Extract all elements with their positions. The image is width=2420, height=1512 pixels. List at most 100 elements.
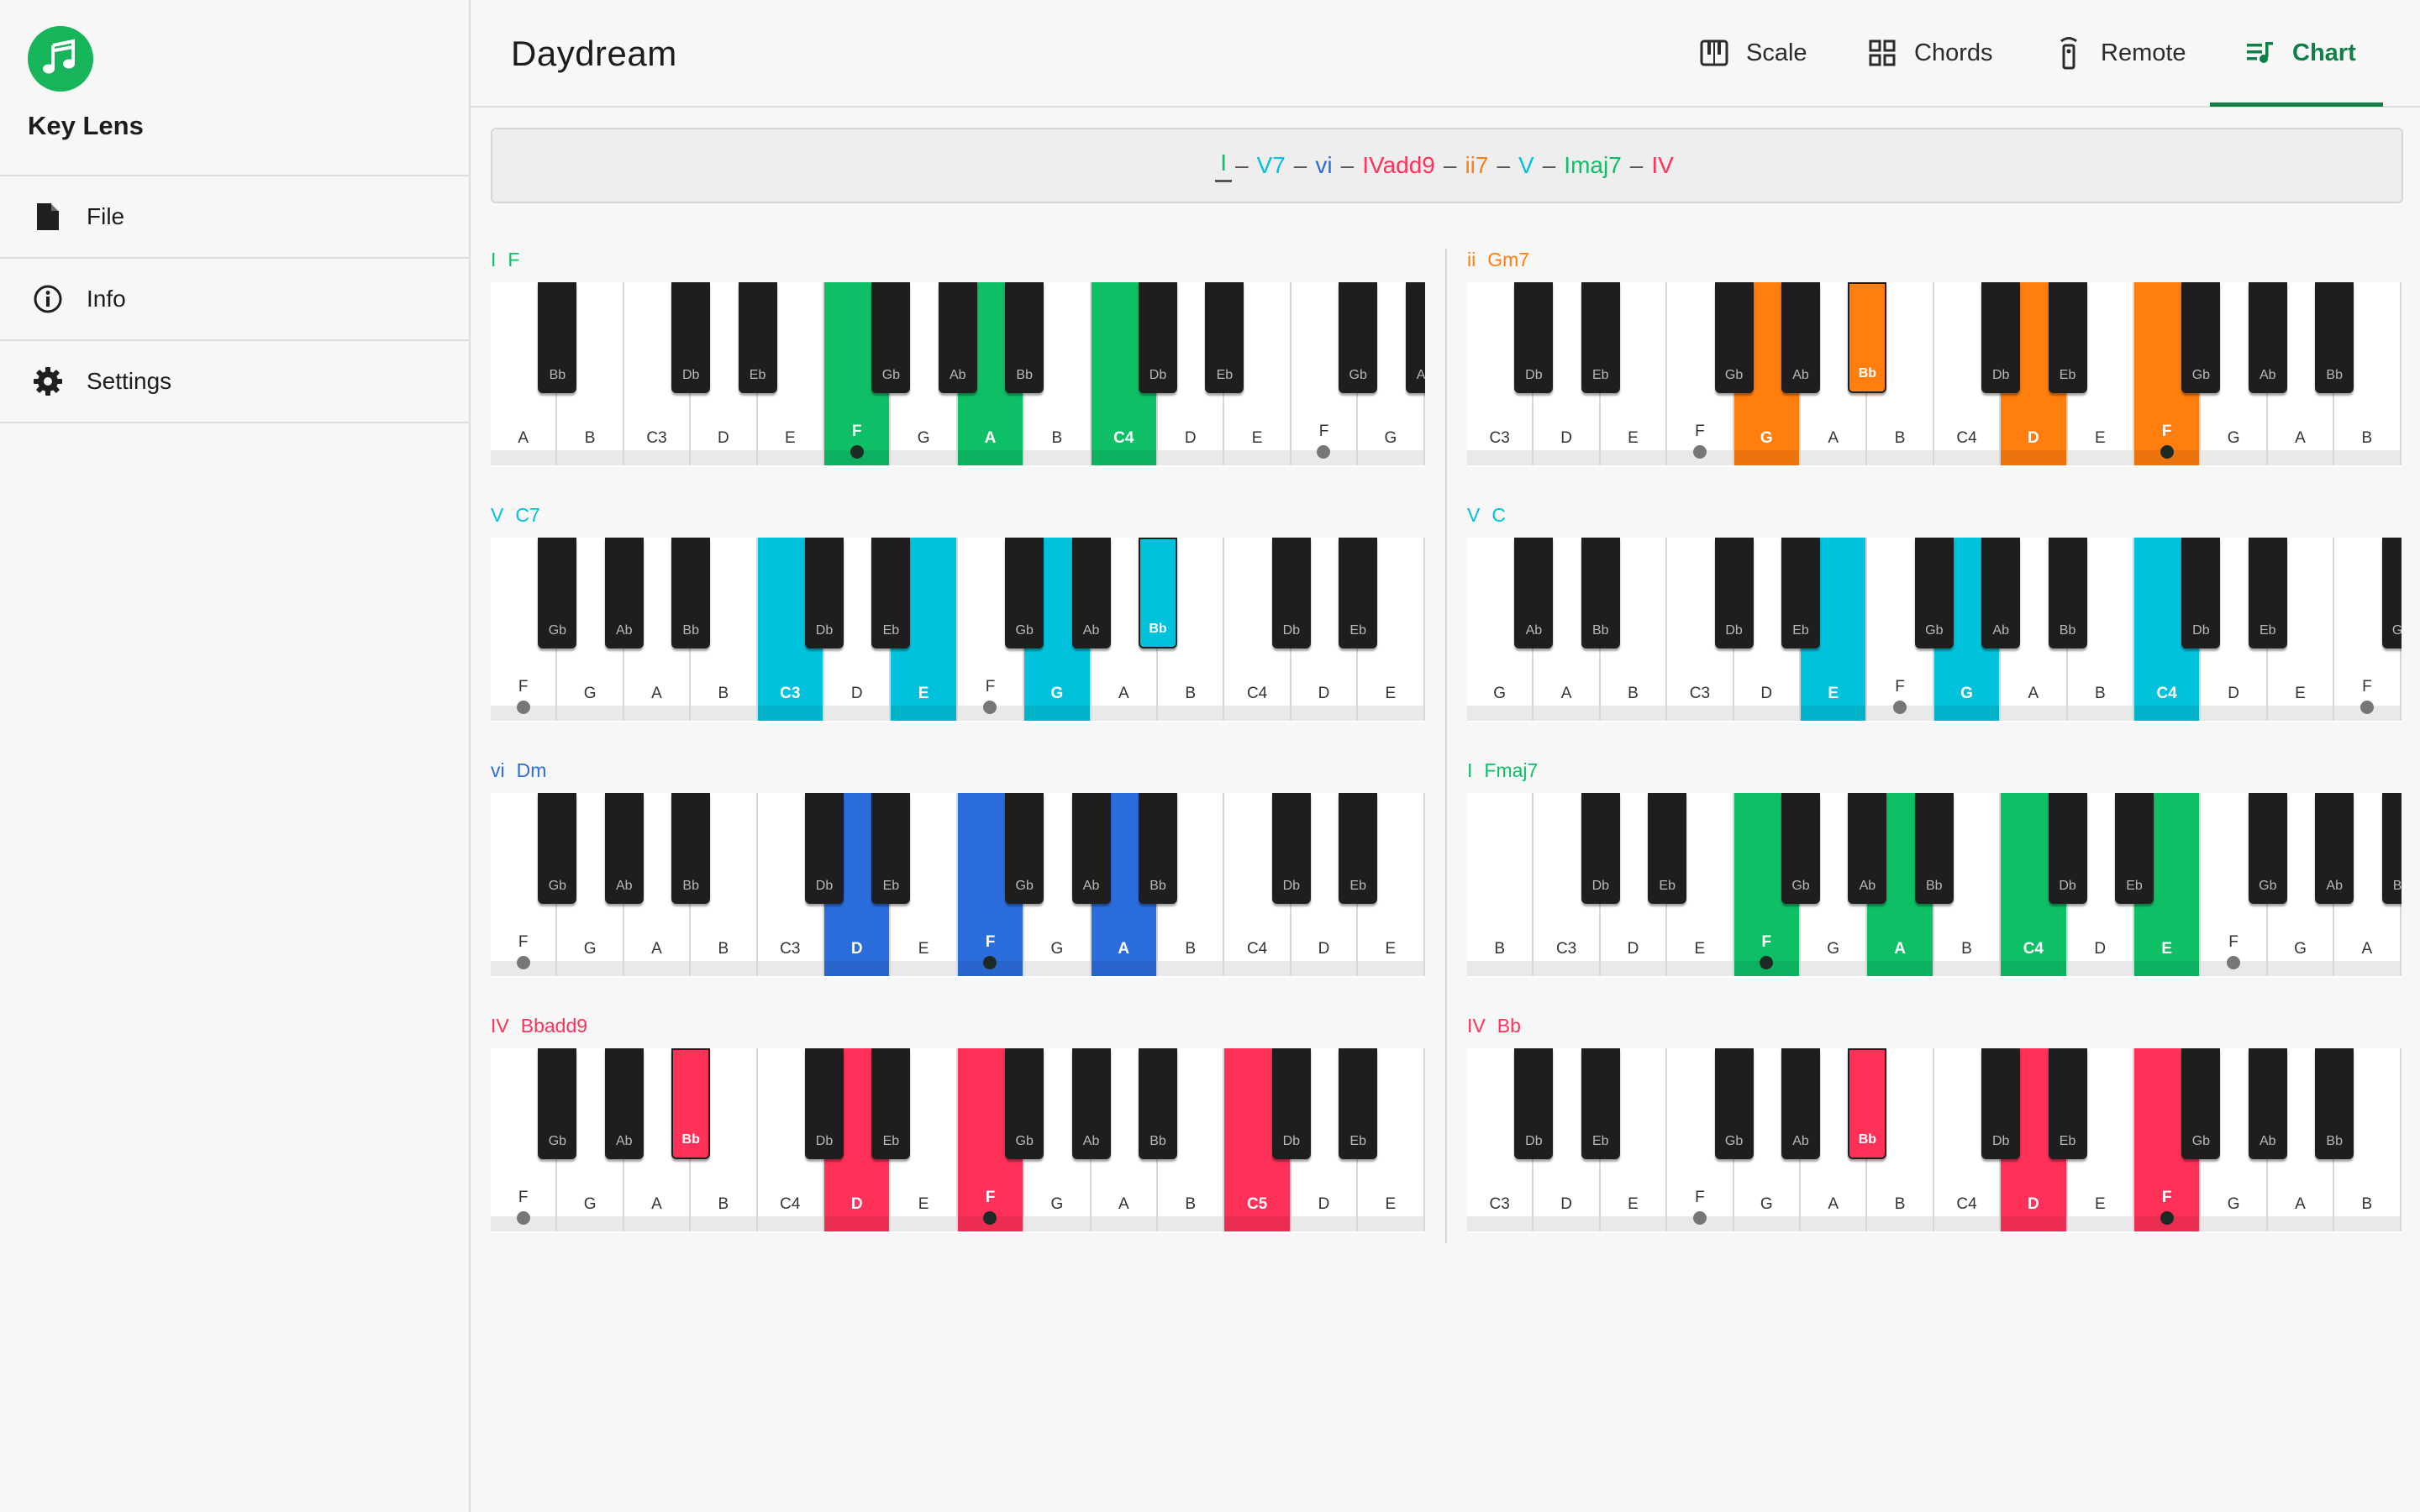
- sidebar-item-info[interactable]: Info: [0, 259, 469, 341]
- progression-chord[interactable]: I: [1215, 150, 1232, 182]
- white-key-label: F: [1895, 678, 1905, 696]
- black-key[interactable]: Ab: [2315, 793, 2354, 904]
- black-key[interactable]: Eb: [2048, 1048, 2087, 1159]
- black-key[interactable]: Db: [805, 793, 844, 904]
- black-key[interactable]: Bb: [538, 282, 577, 393]
- progression-chord[interactable]: IVadd9: [1357, 152, 1440, 179]
- white-key[interactable]: B: [1467, 793, 1534, 976]
- black-key[interactable]: Eb: [2115, 793, 2154, 904]
- black-key[interactable]: Bb: [1914, 793, 1954, 904]
- black-key[interactable]: Eb: [2248, 538, 2287, 648]
- black-key[interactable]: Eb: [1648, 793, 1687, 904]
- black-key[interactable]: Ab: [2248, 282, 2287, 393]
- black-key[interactable]: Gb: [1914, 538, 1954, 648]
- black-key[interactable]: Db: [1139, 282, 1177, 393]
- black-key[interactable]: Ab: [604, 793, 644, 904]
- black-key[interactable]: Bb: [2315, 282, 2354, 393]
- black-key[interactable]: Bb: [1139, 1048, 1177, 1159]
- black-key[interactable]: Gb: [2248, 793, 2287, 904]
- black-key[interactable]: Bb: [671, 1048, 711, 1159]
- black-key[interactable]: Eb: [2048, 282, 2087, 393]
- black-key[interactable]: Db: [805, 538, 844, 648]
- tab-scale[interactable]: Scale: [1697, 0, 1807, 106]
- black-key[interactable]: Gb: [1005, 1048, 1044, 1159]
- black-key[interactable]: Gb: [2181, 282, 2221, 393]
- black-key[interactable]: Eb: [1581, 282, 1620, 393]
- black-key-label: Gb: [881, 368, 901, 382]
- black-key[interactable]: Db: [1271, 1048, 1311, 1159]
- black-key[interactable]: Gb: [2381, 538, 2402, 648]
- black-key[interactable]: Ab: [1405, 282, 1425, 393]
- progression-chord[interactable]: V: [1513, 152, 1539, 179]
- black-key[interactable]: Ab: [1781, 1048, 1820, 1159]
- black-key[interactable]: Eb: [1339, 1048, 1378, 1159]
- black-key[interactable]: Gb: [871, 282, 911, 393]
- black-key[interactable]: Gb: [538, 538, 577, 648]
- white-key-label: E: [2094, 1195, 2106, 1213]
- black-key[interactable]: Ab: [604, 538, 644, 648]
- black-key[interactable]: Gb: [538, 1048, 577, 1159]
- sidebar-item-file[interactable]: File: [0, 176, 469, 259]
- black-key[interactable]: Eb: [871, 538, 911, 648]
- black-key[interactable]: Gb: [1005, 538, 1044, 648]
- progression-chord[interactable]: Imaj7: [1559, 152, 1626, 179]
- progression-chord[interactable]: V7: [1252, 152, 1291, 179]
- black-key[interactable]: Bb: [2315, 1048, 2354, 1159]
- black-key[interactable]: Db: [805, 1048, 844, 1159]
- black-key[interactable]: Bb: [1581, 538, 1620, 648]
- black-key[interactable]: Eb: [871, 793, 911, 904]
- black-key[interactable]: Bb: [1848, 1048, 1887, 1159]
- black-key[interactable]: Ab: [1514, 538, 1554, 648]
- black-key[interactable]: Ab: [1848, 793, 1887, 904]
- black-key[interactable]: Gb: [1714, 282, 1754, 393]
- tab-chords[interactable]: Chords: [1865, 0, 1993, 106]
- black-key[interactable]: Bb: [1139, 793, 1177, 904]
- black-key[interactable]: Eb: [1339, 793, 1378, 904]
- black-key[interactable]: Eb: [871, 1048, 911, 1159]
- black-key[interactable]: Db: [1714, 538, 1754, 648]
- black-key[interactable]: Gb: [538, 793, 577, 904]
- black-key[interactable]: Ab: [938, 282, 977, 393]
- black-key[interactable]: Db: [2181, 538, 2221, 648]
- black-key[interactable]: Bb: [1848, 282, 1887, 393]
- black-key[interactable]: Gb: [1781, 793, 1820, 904]
- progression-chord[interactable]: vi: [1310, 152, 1337, 179]
- black-key[interactable]: Ab: [1781, 282, 1820, 393]
- black-key[interactable]: Bb: [671, 538, 711, 648]
- black-key[interactable]: Bb: [2048, 538, 2087, 648]
- black-key[interactable]: Ab: [1071, 793, 1111, 904]
- black-key[interactable]: Db: [1514, 1048, 1554, 1159]
- black-key[interactable]: Bb: [1005, 282, 1044, 393]
- black-key[interactable]: Gb: [1714, 1048, 1754, 1159]
- tab-chart[interactable]: Chart: [2210, 0, 2383, 107]
- black-key[interactable]: Gb: [2181, 1048, 2221, 1159]
- black-key[interactable]: Db: [1271, 793, 1311, 904]
- black-key[interactable]: Eb: [1781, 538, 1820, 648]
- black-key[interactable]: Gb: [1339, 282, 1378, 393]
- gear-icon: [31, 365, 65, 398]
- black-key[interactable]: Eb: [1339, 538, 1378, 648]
- progression-chord[interactable]: IV: [1646, 152, 1678, 179]
- black-key[interactable]: Bb: [671, 793, 711, 904]
- black-key[interactable]: Ab: [1071, 538, 1111, 648]
- black-key[interactable]: Db: [1514, 282, 1554, 393]
- black-key[interactable]: Db: [1981, 1048, 2021, 1159]
- black-key[interactable]: Eb: [738, 282, 777, 393]
- black-key[interactable]: Eb: [1581, 1048, 1620, 1159]
- black-key[interactable]: Db: [2048, 793, 2087, 904]
- black-key[interactable]: Db: [1271, 538, 1311, 648]
- black-key[interactable]: Db: [1981, 282, 2021, 393]
- sidebar-item-settings[interactable]: Settings: [0, 341, 469, 423]
- black-key[interactable]: Ab: [2248, 1048, 2287, 1159]
- black-key[interactable]: Bb: [2381, 793, 2402, 904]
- progression-chord[interactable]: ii7: [1460, 152, 1493, 179]
- black-key[interactable]: Eb: [1205, 282, 1244, 393]
- tab-remote[interactable]: Remote: [2052, 0, 2186, 106]
- black-key[interactable]: Bb: [1139, 538, 1177, 648]
- black-key[interactable]: Ab: [1981, 538, 2021, 648]
- black-key[interactable]: Gb: [1005, 793, 1044, 904]
- black-key[interactable]: Ab: [604, 1048, 644, 1159]
- black-key[interactable]: Db: [1581, 793, 1620, 904]
- black-key[interactable]: Ab: [1071, 1048, 1111, 1159]
- black-key[interactable]: Db: [671, 282, 711, 393]
